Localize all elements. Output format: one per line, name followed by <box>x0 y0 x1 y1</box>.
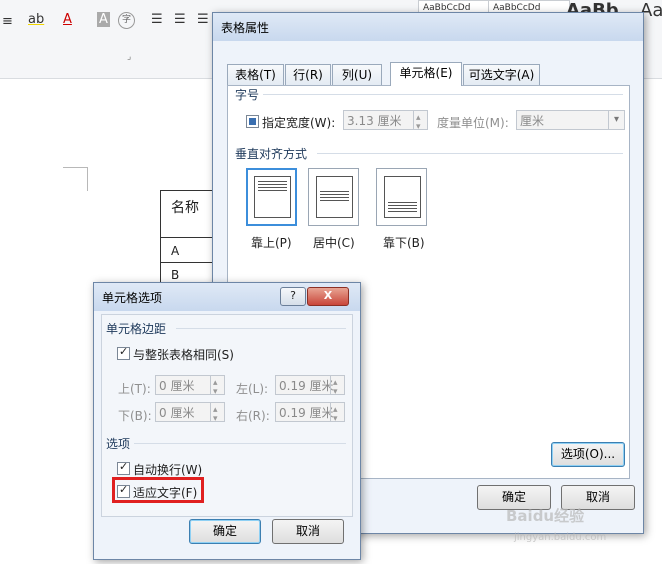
group-divider <box>176 328 346 329</box>
options-group-label: 选项 <box>106 437 131 451</box>
page-margin-mark <box>63 167 87 168</box>
tab-column[interactable]: 列(U) <box>332 64 382 85</box>
ok-button[interactable]: 确定 <box>189 519 261 544</box>
specify-width-checkbox[interactable] <box>246 115 259 128</box>
unit-label: 度量单位(M): <box>437 116 509 130</box>
tab-cell[interactable]: 单元格(E) <box>390 62 462 86</box>
table-cell-text: A <box>171 244 180 258</box>
align-center-icon[interactable]: ☰ <box>174 12 186 27</box>
bottom-margin-value: 0 厘米 <box>159 406 195 420</box>
shading-button[interactable]: A <box>97 12 110 27</box>
specify-width-label: 指定宽度(W): <box>262 116 336 130</box>
top-margin-label: 上(T): <box>118 382 151 396</box>
valign-top-label: 靠上(P) <box>251 236 292 250</box>
dialog-title: 表格属性 <box>221 21 270 35</box>
spinner-icon[interactable] <box>210 373 224 402</box>
align-bottom-icon <box>384 176 421 218</box>
watermark-logo: Baidu经验 <box>506 507 585 525</box>
width-value: 3.13 厘米 <box>347 114 402 128</box>
valign-center-button[interactable] <box>308 168 359 226</box>
left-margin-input[interactable]: 0.19 厘米 <box>275 373 345 402</box>
bottom-margin-label: 下(B): <box>118 409 152 423</box>
unit-select[interactable]: 厘米 ▾ <box>516 110 625 130</box>
watermark-url: jingyan.baidu.com <box>514 532 607 543</box>
table-cell-text: B <box>171 268 180 282</box>
wrap-text-checkbox[interactable] <box>117 460 130 475</box>
align-top-icon <box>254 176 291 218</box>
table-header-text: 名称 <box>171 200 199 216</box>
margins-group-label: 单元格边距 <box>106 322 167 336</box>
same-as-table-label: 与整张表格相同(S) <box>133 348 234 362</box>
left-margin-value: 0.19 厘米 <box>279 379 334 393</box>
valign-top-button[interactable] <box>246 168 297 226</box>
help-icon[interactable]: ? <box>280 287 306 306</box>
same-as-table-checkbox[interactable] <box>117 345 130 360</box>
page-margin-mark <box>87 167 88 191</box>
align-right-icon[interactable]: ☰ <box>197 12 209 27</box>
right-margin-input[interactable]: 0.19 厘米 <box>275 400 345 429</box>
align-middle-icon <box>316 176 353 218</box>
valign-center-label: 居中(C) <box>313 236 355 250</box>
bottom-margin-input[interactable]: 0 厘米 <box>155 400 225 429</box>
enclose-char-button[interactable]: 字 <box>118 12 135 29</box>
highlight-button[interactable]: ab <box>28 12 44 27</box>
chevron-down-icon[interactable]: ▾ <box>608 111 624 129</box>
width-input[interactable]: 3.13 厘米 <box>343 108 428 137</box>
cell-options-button[interactable]: 选项(O)... <box>551 442 625 467</box>
spinner-icon[interactable] <box>330 400 344 429</box>
top-margin-input[interactable]: 0 厘米 <box>155 373 225 402</box>
table-cell[interactable]: A <box>160 237 218 263</box>
valign-group-label: 垂直对齐方式 <box>235 147 308 161</box>
spinner-icon[interactable] <box>330 373 344 402</box>
tab-row[interactable]: 行(R) <box>285 64 331 85</box>
cell-options-dialog: 单元格选项 ? X 单元格边距 与整张表格相同(S) 上(T): 0 厘米 左(… <box>93 282 361 560</box>
tab-alt-text[interactable]: 可选文字(A) <box>463 64 540 85</box>
width-spinner-icon[interactable] <box>413 108 427 137</box>
dialog-titlebar[interactable]: 单元格选项 ? X <box>94 283 360 311</box>
valign-bottom-button[interactable] <box>376 168 427 226</box>
top-margin-value: 0 厘米 <box>159 379 195 393</box>
group-divider <box>317 153 623 154</box>
size-group-label: 字号 <box>235 88 260 102</box>
dialog-titlebar[interactable]: 表格属性 <box>213 13 643 41</box>
tab-table[interactable]: 表格(T) <box>227 64 284 85</box>
font-color-button[interactable]: A <box>63 12 72 27</box>
group-divider <box>134 443 346 444</box>
valign-bottom-label: 靠下(B) <box>383 236 425 250</box>
group-divider <box>263 94 623 95</box>
unit-value: 厘米 <box>520 114 545 128</box>
highlight-box <box>112 477 204 503</box>
left-margin-label: 左(L): <box>236 382 269 396</box>
dialog-launcher-icon[interactable]: ⌟ <box>127 52 131 62</box>
close-icon[interactable]: X <box>307 287 349 306</box>
font-color-small-icon[interactable]: ≡ <box>2 14 13 29</box>
right-margin-label: 右(R): <box>236 409 270 423</box>
wrap-text-label: 自动换行(W) <box>133 463 203 477</box>
spinner-icon[interactable] <box>210 400 224 429</box>
table-header-cell[interactable]: 名称 <box>160 190 218 238</box>
dialog-title: 单元格选项 <box>102 291 163 305</box>
cancel-button[interactable]: 取消 <box>272 519 344 544</box>
right-margin-value: 0.19 厘米 <box>279 406 334 420</box>
align-left-icon[interactable]: ☰ <box>151 12 163 27</box>
